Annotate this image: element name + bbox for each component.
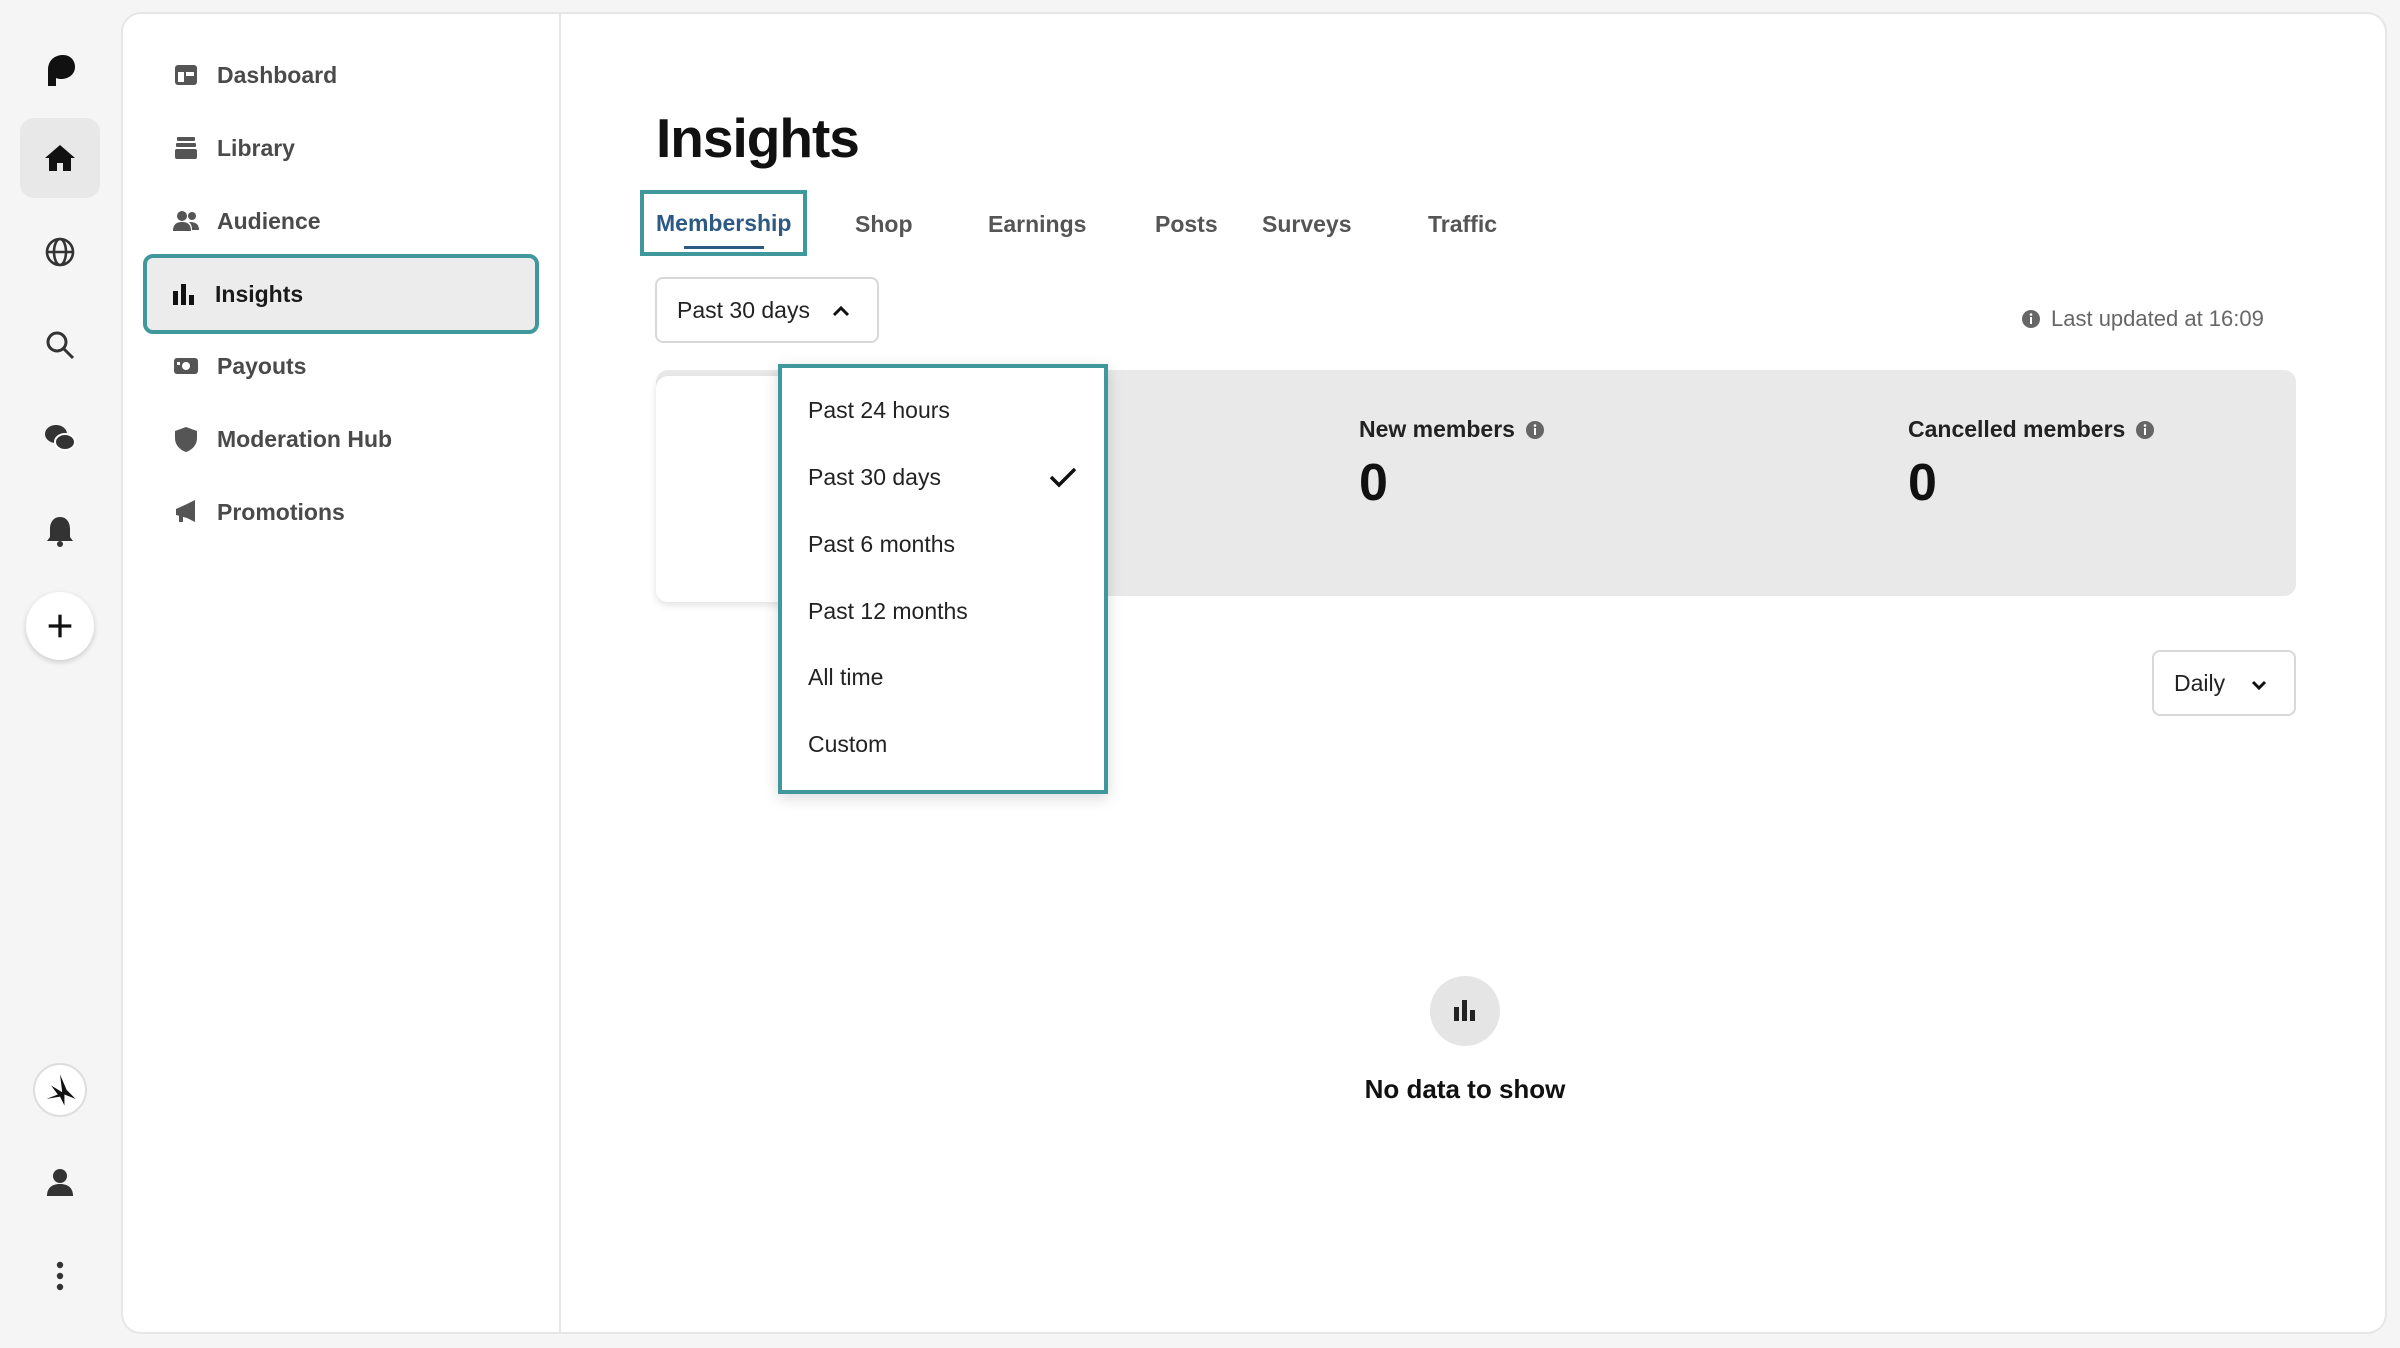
sidebar-item-label: Moderation Hub <box>217 425 393 452</box>
date-range-select[interactable]: Past 30 days <box>655 277 879 343</box>
insights-icon <box>173 284 194 305</box>
menu-item-past-12-months[interactable]: Past 12 months <box>782 581 1104 641</box>
library-icon <box>175 137 197 159</box>
empty-state-text: No data to show <box>1364 1074 1566 1104</box>
create-button[interactable] <box>26 592 94 660</box>
sidebar-item-dashboard[interactable]: Dashboard <box>149 42 533 108</box>
menu-item-label: Past 12 months <box>808 597 968 624</box>
stat-label: Cancelled members <box>1908 416 2126 442</box>
user-icon[interactable] <box>20 1142 100 1222</box>
tab-membership[interactable]: Membership <box>639 190 808 256</box>
patreon-logo-icon[interactable] <box>20 30 100 110</box>
sidebar-item-audience[interactable]: Audience <box>149 188 533 254</box>
menu-item-past-6-months[interactable]: Past 6 months <box>782 514 1104 574</box>
icon-rail <box>0 0 120 1348</box>
info-icon[interactable] <box>1525 420 1545 440</box>
stat-value: 0 <box>1359 454 1388 512</box>
search-icon[interactable] <box>20 305 100 385</box>
payouts-icon <box>174 358 198 374</box>
shield-icon <box>175 427 197 452</box>
tab-earnings[interactable]: Earnings <box>976 200 1098 248</box>
tab-posts[interactable]: Posts <box>1143 200 1230 248</box>
menu-item-past-24-hours[interactable]: Past 24 hours <box>782 380 1104 440</box>
tab-surveys[interactable]: Surveys <box>1250 200 1364 248</box>
sidebar-item-payouts[interactable]: Payouts <box>149 333 533 399</box>
menu-item-label: Custom <box>808 730 888 757</box>
stat-new-members: New members 0 <box>1359 416 1545 513</box>
menu-item-custom[interactable]: Custom <box>782 714 1104 774</box>
sidebar-item-label: Promotions <box>217 498 345 525</box>
chat-icon[interactable] <box>20 398 100 478</box>
chevron-down-icon <box>2251 680 2267 691</box>
plus-icon <box>48 614 72 638</box>
audience-icon <box>173 211 199 231</box>
menu-item-all-time[interactable]: All time <box>782 647 1104 707</box>
menu-item-label: All time <box>808 663 884 690</box>
globe-icon[interactable] <box>20 212 100 292</box>
tab-traffic[interactable]: Traffic <box>1416 200 1509 248</box>
menu-item-label: Past 30 days <box>808 463 941 490</box>
active-tab-underline <box>684 246 764 249</box>
more-icon[interactable] <box>20 1236 100 1316</box>
interval-select[interactable]: Daily <box>2152 650 2296 716</box>
stat-cancelled-members: Cancelled members 0 <box>1908 416 2155 513</box>
last-updated: Last updated at 16:09 <box>2021 306 2264 332</box>
sidebar: Dashboard Library Audience Insights Payo… <box>123 14 561 1332</box>
sidebar-item-insights[interactable]: Insights <box>143 254 539 334</box>
dashboard-icon <box>175 65 197 85</box>
info-icon <box>2022 310 2040 328</box>
tab-shop[interactable]: Shop <box>843 200 925 248</box>
insights-content: Insights Membership Shop Earnings Posts … <box>562 14 2385 1332</box>
menu-item-label: Past 24 hours <box>808 396 950 423</box>
date-range-value: Past 30 days <box>677 296 810 323</box>
page-title: Insights <box>656 107 860 169</box>
sidebar-item-label: Library <box>217 134 295 161</box>
interval-value: Daily <box>2174 669 2226 696</box>
stat-label: New members <box>1359 416 1515 442</box>
sidebar-item-label: Audience <box>217 207 321 234</box>
sidebar-item-promotions[interactable]: Promotions <box>149 479 533 545</box>
sidebar-item-library[interactable]: Library <box>149 115 533 181</box>
sidebar-item-label: Dashboard <box>217 61 338 88</box>
avatar[interactable] <box>33 1063 87 1117</box>
sidebar-item-moderation-hub[interactable]: Moderation Hub <box>149 406 533 472</box>
info-icon[interactable] <box>2135 420 2155 440</box>
main-card: Dashboard Library Audience Insights Payo… <box>121 12 2387 1334</box>
last-updated-text: Last updated at 16:09 <box>2051 306 2264 331</box>
menu-item-past-30-days[interactable]: Past 30 days <box>782 447 1104 507</box>
stat-value: 0 <box>1908 454 1937 512</box>
checkmark-icon <box>1049 467 1077 488</box>
date-range-menu: Past 24 hours Past 30 days Past 6 months… <box>778 364 1108 794</box>
chevron-up-icon <box>832 305 850 317</box>
home-icon[interactable] <box>20 118 100 198</box>
sidebar-item-label: Payouts <box>217 352 307 379</box>
sidebar-item-label: Insights <box>215 280 304 307</box>
bell-icon[interactable] <box>20 491 100 571</box>
megaphone-icon <box>176 500 195 522</box>
menu-item-label: Past 6 months <box>808 530 956 557</box>
empty-chart-icon <box>1430 976 1500 1046</box>
